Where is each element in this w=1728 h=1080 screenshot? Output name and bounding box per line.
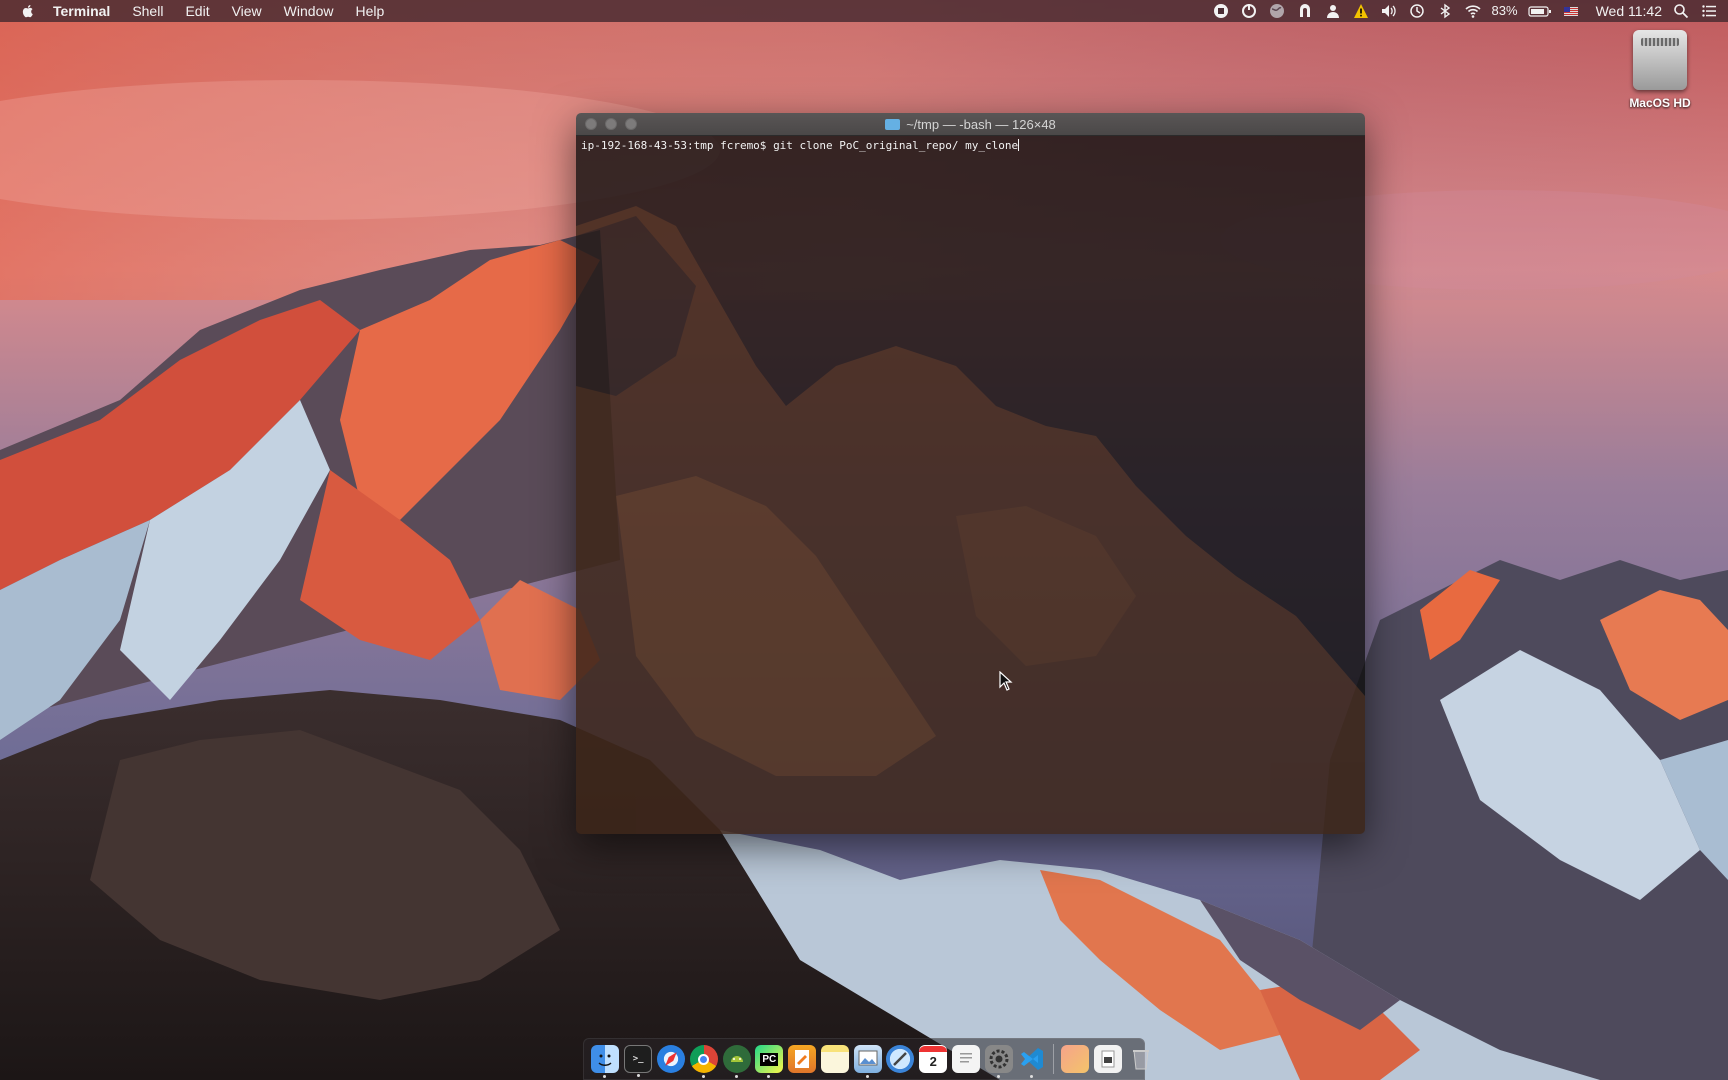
dock-pages-icon[interactable] xyxy=(788,1045,817,1073)
terminal-command[interactable]: git clone PoC_original_repo/ my_clone xyxy=(773,139,1018,152)
terminal-cursor xyxy=(1018,139,1020,151)
menu-bar-status: 83% Wed 11:42 xyxy=(1202,0,1728,22)
bluetooth-icon[interactable] xyxy=(1436,3,1454,19)
wallpaper-reflection xyxy=(576,136,1365,834)
spotlight-icon[interactable] xyxy=(1672,3,1690,19)
hard-drive-icon[interactable] xyxy=(1633,30,1687,90)
terminal-title-text: ~/tmp — -bash — 126×48 xyxy=(906,117,1056,132)
notification-center-icon[interactable] xyxy=(1700,3,1718,19)
user-icon[interactable] xyxy=(1324,3,1342,19)
terminal-prompt: ip-192-168-43-53:tmp fcremo$ xyxy=(581,139,774,152)
desktop-drive-macos-hd[interactable]: MacOS HD xyxy=(1620,30,1700,110)
menu-window[interactable]: Window xyxy=(284,0,334,22)
menu-edit[interactable]: Edit xyxy=(185,0,209,22)
dock-photos-folder-icon[interactable] xyxy=(1061,1045,1090,1073)
terminal-line: ip-192-168-43-53:tmp fcremo$ git clone P… xyxy=(576,136,1365,156)
dock-textedit-icon[interactable] xyxy=(951,1045,980,1073)
sync-icon[interactable] xyxy=(1240,3,1258,19)
dock-notes-icon[interactable] xyxy=(820,1045,849,1073)
dock-calendar-icon[interactable]: 2 xyxy=(919,1045,948,1073)
stop-icon[interactable] xyxy=(1212,3,1230,19)
terminal-content[interactable]: ip-192-168-43-53:tmp fcremo$ git clone P… xyxy=(576,136,1365,834)
time-machine-icon[interactable] xyxy=(1408,3,1426,19)
vpn-icon[interactable] xyxy=(1296,3,1314,19)
mouse-pointer-icon xyxy=(999,670,1013,691)
dock-preview-icon[interactable] xyxy=(853,1045,882,1078)
battery-icon[interactable] xyxy=(1527,3,1552,19)
battery-percent: 83% xyxy=(1491,3,1518,18)
menu-app-terminal[interactable]: Terminal xyxy=(53,0,110,22)
dock-system-preferences-icon[interactable] xyxy=(984,1045,1013,1078)
dock-android-studio-icon[interactable] xyxy=(722,1045,751,1078)
pycharm-label: PC xyxy=(760,1052,779,1066)
dock-pycharm-icon[interactable]: PC xyxy=(755,1045,784,1078)
terminal-title: ~/tmp — -bash — 126×48 xyxy=(576,113,1365,136)
dock-trash-icon[interactable] xyxy=(1127,1045,1155,1073)
menu-bar-left: Terminal Shell Edit View Window Help xyxy=(0,0,406,22)
dock-terminal-icon[interactable]: >_ xyxy=(624,1045,653,1077)
menu-shell[interactable]: Shell xyxy=(132,0,163,22)
volume-icon[interactable] xyxy=(1380,3,1398,19)
dock: >_ PC 2 xyxy=(583,1038,1149,1080)
dock-finder-icon[interactable] xyxy=(591,1045,620,1078)
calendar-day: 2 xyxy=(929,1054,937,1069)
menu-bar: Terminal Shell Edit View Window Help 83%… xyxy=(0,0,1728,22)
warning-icon[interactable] xyxy=(1352,3,1370,19)
dock-documents-icon[interactable] xyxy=(1094,1045,1123,1073)
folder-icon xyxy=(885,119,901,130)
terminal-window[interactable]: ~/tmp — -bash — 126×48 ip-192-168-43-53:… xyxy=(576,113,1365,834)
flag-icon[interactable] xyxy=(1562,3,1580,19)
menu-view[interactable]: View xyxy=(232,0,262,22)
menu-help[interactable]: Help xyxy=(355,0,384,22)
dock-safari-icon[interactable] xyxy=(656,1045,685,1073)
dock-separator xyxy=(1052,1044,1054,1074)
globe-icon[interactable] xyxy=(1268,3,1286,19)
dock-vscode-icon[interactable] xyxy=(1018,1045,1046,1078)
dock-chrome-icon[interactable] xyxy=(689,1045,718,1078)
apple-menu-icon[interactable] xyxy=(20,3,36,19)
terminal-titlebar[interactable]: ~/tmp — -bash — 126×48 xyxy=(576,113,1365,136)
menu-bar-clock[interactable]: Wed 11:42 xyxy=(1596,3,1662,19)
dock-xcode-icon[interactable] xyxy=(886,1045,915,1073)
drive-label: MacOS HD xyxy=(1629,96,1691,110)
wifi-icon[interactable] xyxy=(1464,3,1482,19)
